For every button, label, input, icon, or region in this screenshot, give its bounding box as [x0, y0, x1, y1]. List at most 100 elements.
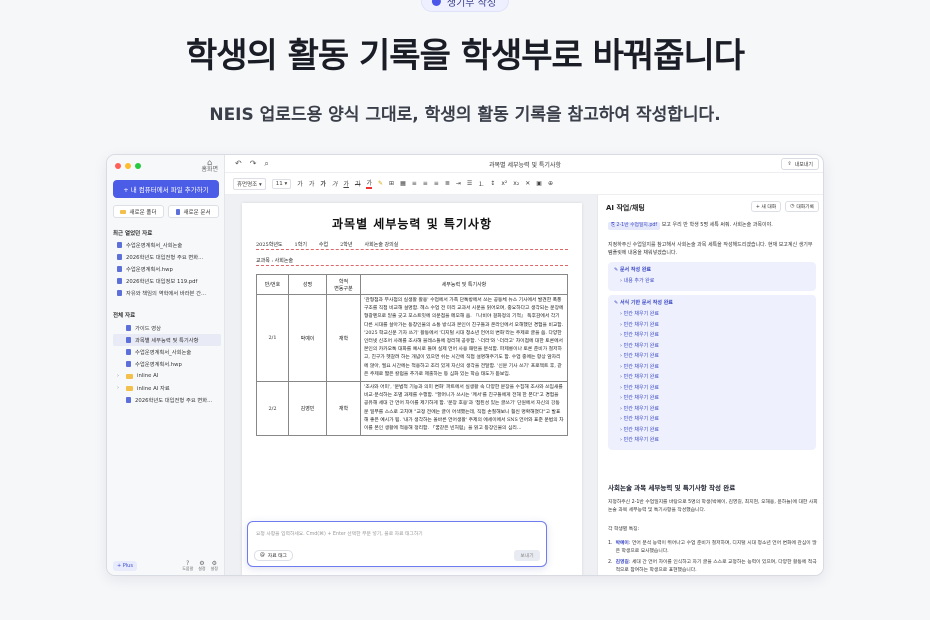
- chevron-right-icon[interactable]: ›: [117, 385, 122, 391]
- font-grow-icon[interactable]: 가: [297, 179, 303, 188]
- sidebar: ⌂ 홈화면 + 내 컴퓨터에서 파일 추가하기 새로운 폴더 새로운 문서 최근…: [107, 155, 225, 575]
- row-status: 재학: [326, 293, 361, 383]
- task-item[interactable]: › 빈칸 채우기 완료: [614, 393, 810, 404]
- task-item[interactable]: › 빈칸 채우기 완료: [614, 383, 810, 394]
- font-color-icon[interactable]: 가: [366, 178, 372, 189]
- paper-subject: 교과목 : 사회논술: [256, 256, 568, 266]
- insert-icon[interactable]: ⊕: [548, 180, 553, 187]
- chat-input[interactable]: 요청 사항을 입력하세요. Cmd(⌘) + Enter 선택한 부분 넣기, …: [256, 530, 423, 537]
- list-item[interactable]: 2026학년도 대입전형 주요 변화...: [113, 394, 221, 406]
- upload-button[interactable]: + 내 컴퓨터에서 파일 추가하기: [113, 180, 219, 198]
- tag-reference-button[interactable]: @ 자료 태그: [254, 550, 293, 561]
- superscript-icon[interactable]: x²: [501, 180, 507, 187]
- list-item[interactable]: 가이드 영상: [113, 322, 221, 334]
- header-detail: 세부능력 및 특기사항: [360, 274, 568, 295]
- align-left-icon[interactable]: ≡: [412, 180, 417, 187]
- font-shrink-icon[interactable]: 가: [309, 179, 315, 188]
- clock-icon: ◷: [790, 204, 795, 209]
- list-icon[interactable]: ☰: [467, 180, 472, 187]
- feature-list: 1. 박예이: 언어 분석 능력이 뛰어나고 수업 준비가 철저하며, 디지털 시…: [608, 540, 818, 575]
- list-item[interactable]: 2026학년도 대입정보 119.pdf: [113, 275, 221, 287]
- new-doc-button[interactable]: 새로운 문서: [168, 205, 219, 218]
- task-item[interactable]: › 빈칸 채우기 완료: [614, 351, 810, 362]
- task-item[interactable]: › 빈칸 채우기 완료: [614, 404, 810, 415]
- doc-icon: [126, 349, 131, 355]
- settings-button[interactable]: ⚙ 설정: [198, 561, 205, 572]
- list-item[interactable]: 수업운영계획서_사회논술: [113, 239, 221, 251]
- task-item[interactable]: › 빈칸 채우기 완료: [614, 309, 810, 320]
- task-item[interactable]: › 빈칸 채우기 완료: [614, 362, 810, 373]
- chat-input-box[interactable]: 요청 사항을 입력하세요. Cmd(⌘) + Enter 선택한 부분 넣기, …: [247, 521, 547, 567]
- task-item[interactable]: › 빈칸 채우기 완료: [614, 330, 810, 341]
- task-item[interactable]: › 빈칸 채우기 완료: [614, 425, 810, 436]
- settings2-button[interactable]: ⚙ 설정: [210, 561, 218, 572]
- home-button[interactable]: ⌂ 홈화면: [201, 159, 218, 174]
- underline-icon[interactable]: 가: [343, 179, 349, 188]
- plus-button[interactable]: + Plus: [113, 561, 137, 571]
- font-select[interactable]: 휴먼명조 ▾: [233, 177, 266, 190]
- chevron-right-icon[interactable]: ›: [117, 373, 122, 379]
- italic-icon[interactable]: 가: [332, 179, 338, 188]
- task-item[interactable]: › 빈칸 채우기 완료: [614, 341, 810, 352]
- numbered-list-icon[interactable]: ⒈: [478, 179, 484, 188]
- line-spacing-icon[interactable]: ↕: [490, 180, 495, 187]
- task-item-label: 빈칸 채우기 완료: [623, 416, 659, 422]
- list-item[interactable]: 수업운영계획서.hwp: [113, 358, 221, 370]
- list-item[interactable]: 2026학년도 대입전형 주요 변화...: [113, 251, 221, 263]
- row-text[interactable]: '조사와 어미', '문법적 기능과 의미 변화' 파트에서 실생활 속 다양한…: [360, 381, 568, 437]
- justify-icon[interactable]: ≣: [445, 180, 450, 187]
- table-icon[interactable]: ⊞: [389, 180, 394, 187]
- task-item[interactable]: › 내용 추가 완료: [614, 276, 810, 287]
- at-icon: @: [260, 553, 265, 558]
- list-item[interactable]: 수업운영계획서_사회논술: [113, 346, 221, 358]
- list-item[interactable]: 자유와 책임의 역학에서 바라본 간...: [113, 287, 221, 299]
- settings2-label: 설정: [210, 566, 218, 571]
- help-button[interactable]: ? 도움말: [182, 561, 194, 572]
- task-item[interactable]: › 빈칸 채우기 완료: [614, 372, 810, 383]
- task-box-doc[interactable]: ✎ 문서 작성 완료 › 내용 추가 완료: [608, 262, 816, 291]
- maximize-dot-icon[interactable]: [135, 163, 141, 169]
- border-icon[interactable]: ▦: [400, 180, 406, 187]
- table-row[interactable]: 2/2 김영민 재학 '조사와 어미', '문법적 기능과 의미 변화' 파트에…: [256, 381, 568, 437]
- bold-icon[interactable]: 가: [320, 179, 326, 188]
- table-row[interactable]: 2/1 박예이 재학 '관형점과 무사점의 실생활 활용' 수업에서 가족 단톡…: [256, 293, 568, 383]
- row-text[interactable]: '관형점과 무사점의 실생활 활용' 수업에서 가족 단톡방에서 쓰는 공동체 …: [360, 293, 568, 383]
- new-folder-button[interactable]: 새로운 폴더: [113, 205, 164, 218]
- history-button[interactable]: ◷ 대화기록: [785, 201, 819, 212]
- send-button[interactable]: 보내기: [514, 550, 540, 561]
- align-right-icon[interactable]: ≡: [434, 180, 439, 187]
- task-item-label: 빈칸 채우기 완료: [623, 332, 659, 338]
- align-center-icon[interactable]: ≡: [423, 180, 428, 187]
- subscript-icon[interactable]: x₂: [513, 180, 519, 187]
- indent-icon[interactable]: ⇥: [456, 180, 461, 187]
- highlight-icon[interactable]: ✎: [378, 180, 383, 187]
- list-item-label: 2026학년도 대입전형 주요 변화...: [135, 398, 213, 404]
- image-icon[interactable]: ▣: [536, 180, 542, 187]
- list-item[interactable]: › inline AI: [113, 370, 221, 382]
- feature-name: 박예이: [615, 541, 629, 546]
- task-item[interactable]: › 빈칸 채우기 완료: [614, 435, 810, 446]
- task-item[interactable]: › 빈칸 채우기 완료: [614, 320, 810, 331]
- doc-icon: [117, 278, 122, 284]
- folder-icon: [126, 373, 133, 379]
- minimize-dot-icon[interactable]: [125, 163, 131, 169]
- feature-text: : 세대 간 언어 차이를 인식하고 자기 글을 스스로 교정하는 능력이 있으…: [615, 560, 817, 573]
- task-box-template[interactable]: ✎ 서식 기반 문서 작성 완료 › 빈칸 채우기 완료 › 빈칸 채우기 완료 ›…: [608, 295, 816, 450]
- close-dot-icon[interactable]: [115, 163, 121, 169]
- document-canvas[interactable]: 과목별 세부능력 및 특기사항 2025학년도 1학기 수업 2학년 사회논술 …: [225, 195, 597, 575]
- help-label: 도움말: [182, 566, 194, 571]
- list-item[interactable]: 수업운영계획서.hwp: [113, 263, 221, 275]
- file-tag[interactable]: ⎘ 2-1반 수업일지.pdf: [608, 222, 661, 230]
- size-select[interactable]: 11 ▾: [271, 178, 292, 189]
- list-item-label: 수업운영계획서_사회논술: [126, 243, 183, 249]
- list-item: 2. 김영길: 세대 간 언어 차이를 인식하고 자기 글을 스스로 교정하는 능…: [608, 559, 818, 575]
- list-item[interactable]: 과목별 세부능력 및 특기사항: [113, 334, 221, 346]
- clear-format-icon[interactable]: ✕: [525, 180, 530, 187]
- list-item[interactable]: › inline AI 자료: [113, 382, 221, 394]
- strike-icon[interactable]: 가: [355, 179, 361, 188]
- meta-grade: 2학년: [340, 242, 353, 248]
- export-button[interactable]: ⇪ 내보내기: [781, 158, 819, 170]
- task-item[interactable]: › 빈칸 채우기 완료: [614, 414, 810, 425]
- new-chat-button[interactable]: + 새 대화: [750, 201, 782, 212]
- list-number: 1.: [608, 541, 613, 546]
